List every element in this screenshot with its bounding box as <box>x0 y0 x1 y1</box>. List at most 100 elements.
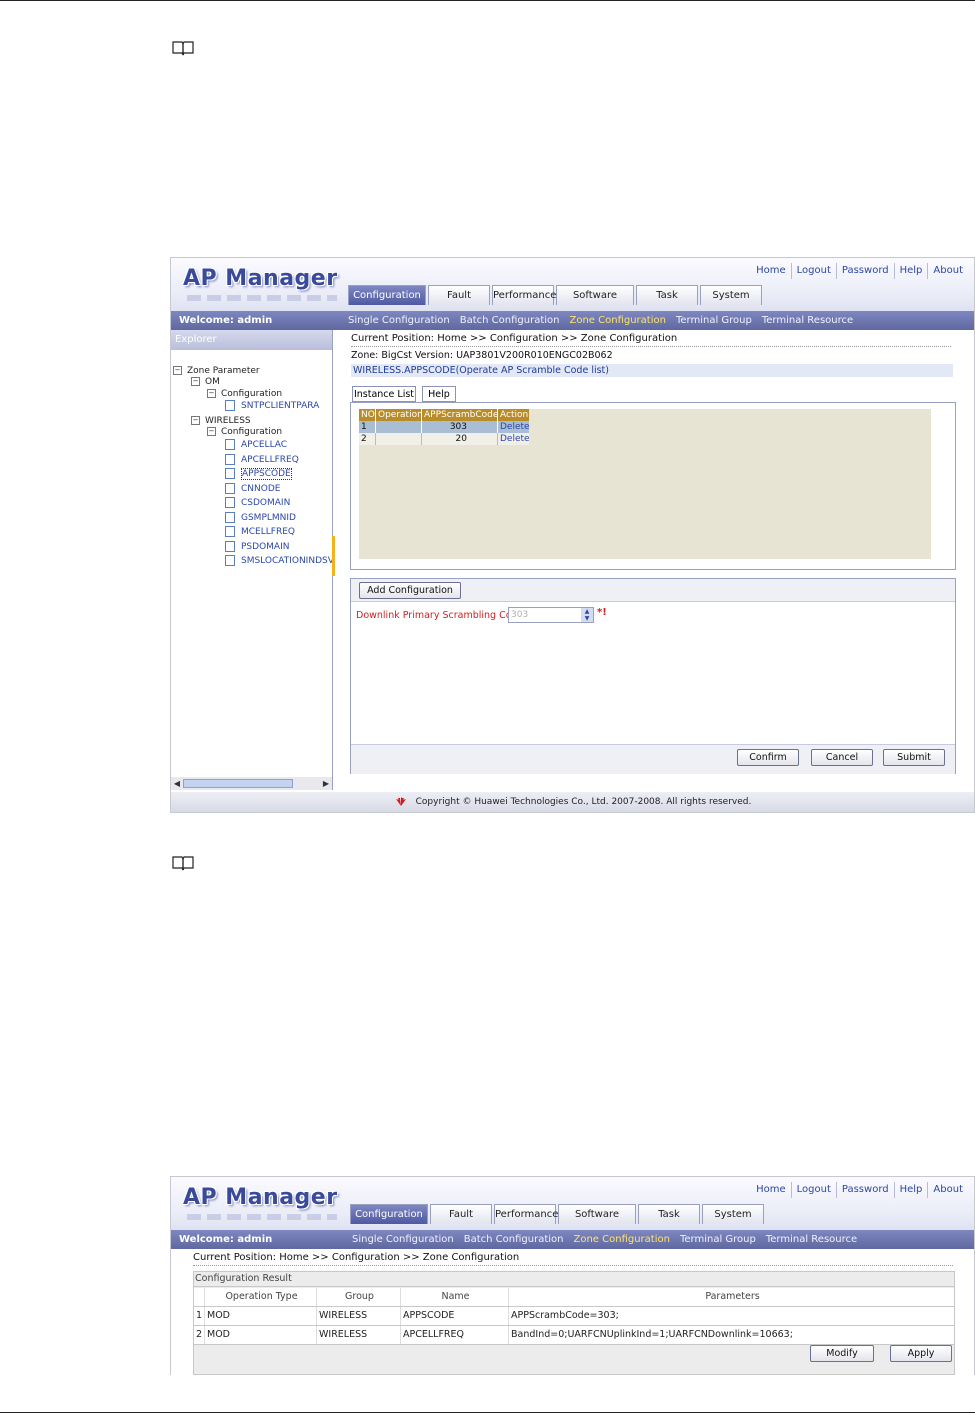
tree-node-wireless[interactable]: − WIRELESS <box>191 416 251 427</box>
tab-instance-list[interactable]: Instance List <box>352 386 416 402</box>
table-row[interactable]: 2 20 Delete <box>359 433 529 445</box>
password-link[interactable]: Password <box>835 263 894 279</box>
tree-node-zone-parameter[interactable]: − Zone Parameter <box>173 366 260 377</box>
tab-system[interactable]: System <box>700 285 762 305</box>
add-configuration-button[interactable]: Add Configuration <box>359 582 461 599</box>
spinner-arrows-icon[interactable]: ▲ ▼ <box>581 608 593 622</box>
tab-configuration[interactable]: Configuration <box>348 285 426 305</box>
collapse-icon[interactable]: − <box>191 416 200 425</box>
note-book-icon <box>172 41 194 56</box>
scroll-right-arrow-icon[interactable]: ▶ <box>320 777 332 790</box>
tree-item-psdomain[interactable]: PSDOMAIN <box>225 541 289 553</box>
tab-task[interactable]: Task <box>636 285 698 305</box>
tab-task[interactable]: Task <box>638 1204 700 1224</box>
modify-button[interactable]: Modify <box>810 1345 874 1362</box>
col-header-no[interactable]: NO. <box>359 409 376 421</box>
tree-item-apcellfreq[interactable]: APCELLFREQ <box>225 454 299 466</box>
col-header-action[interactable]: Action <box>498 409 529 421</box>
subnav-zone-configuration[interactable]: Zone Configuration <box>574 1230 670 1249</box>
subnav-batch-configuration[interactable]: Batch Configuration <box>460 311 560 330</box>
tab-software[interactable]: Software <box>558 1204 636 1224</box>
tab-fault[interactable]: Fault <box>428 285 490 305</box>
subnav-terminal-group[interactable]: Terminal Group <box>680 1230 756 1249</box>
home-link[interactable]: Home <box>751 1182 791 1198</box>
main-tabs: Configuration Fault Performance Software… <box>348 285 764 305</box>
app-logo: AP Manager <box>183 266 338 291</box>
subnav-terminal-resource[interactable]: Terminal Resource <box>766 1230 857 1249</box>
downlink-scrambling-code-label: Downlink Primary Scrambling Code <box>356 610 524 621</box>
tab-software[interactable]: Software <box>556 285 634 305</box>
document-icon <box>225 400 235 411</box>
collapse-icon[interactable]: − <box>173 366 182 375</box>
document-icon <box>225 526 235 537</box>
col-header-name[interactable]: Name <box>400 1288 508 1306</box>
help-link[interactable]: Help <box>893 263 928 279</box>
confirm-button[interactable]: Confirm <box>737 749 799 766</box>
delete-link[interactable]: Delete <box>498 421 529 433</box>
tab-system[interactable]: System <box>702 1204 764 1224</box>
subnav-terminal-group[interactable]: Terminal Group <box>676 311 752 330</box>
tab-performance[interactable]: Performance <box>494 1204 558 1224</box>
col-header-parameters[interactable]: Parameters <box>508 1288 954 1306</box>
logout-link[interactable]: Logout <box>790 263 836 279</box>
ap-manager-screenshot-config-result: AP Manager Home Logout Password Help Abo… <box>170 1176 975 1375</box>
subnav-single-configuration[interactable]: Single Configuration <box>348 311 450 330</box>
col-header-operation[interactable]: Operation <box>376 409 422 421</box>
explorer-horizontal-scrollbar[interactable]: ◀ ▶ <box>171 777 332 790</box>
col-header-group[interactable]: Group <box>316 1288 400 1306</box>
table-row[interactable]: 1 303 Delete <box>359 421 529 433</box>
copyright-text: Copyright © Huawei Technologies Co., Ltd… <box>415 797 752 807</box>
help-link[interactable]: Help <box>893 1182 928 1198</box>
scrambling-code-input[interactable]: 303 ▲ ▼ <box>508 607 594 623</box>
col-header-operation-type[interactable]: Operation Type <box>204 1288 316 1306</box>
subnav-terminal-resource[interactable]: Terminal Resource <box>762 311 853 330</box>
subnav: Single Configuration Batch Configuration… <box>352 1230 867 1249</box>
note-book-icon <box>172 856 194 871</box>
tree-item-smslocationindsv[interactable]: SMSLOCATIONINDSV <box>225 555 334 567</box>
tree-node-om[interactable]: − OM <box>191 377 220 388</box>
cancel-button[interactable]: Cancel <box>811 749 873 766</box>
table-row[interactable]: 2 MOD WIRELESS APCELLFREQ BandInd=0;UARF… <box>194 1326 954 1345</box>
tree-item-mcellfreq[interactable]: MCELLFREQ <box>225 526 295 538</box>
tree-item-sntpclientpara[interactable]: SNTPCLIENTPARA <box>225 400 319 412</box>
tree-item-cnnode[interactable]: CNNODE <box>225 483 280 495</box>
tab-configuration[interactable]: Configuration <box>350 1204 428 1224</box>
about-link[interactable]: About <box>927 263 968 279</box>
tree-item-apcellac[interactable]: APCELLAC <box>225 439 287 451</box>
object-title: WIRELESS.APPSCODE(Operate AP Scramble Co… <box>351 364 953 377</box>
instance-grid-area: NO. Operation APPScrambCode Action 1 303… <box>359 409 931 559</box>
tree-item-csdomain[interactable]: CSDOMAIN <box>225 497 290 509</box>
submit-button[interactable]: Submit <box>883 749 945 766</box>
scroll-left-arrow-icon[interactable]: ◀ <box>171 777 183 790</box>
page-top-rule <box>0 0 975 1</box>
tab-help[interactable]: Help <box>422 386 456 402</box>
delete-link[interactable]: Delete <box>498 433 529 445</box>
tree-node-om-configuration[interactable]: − Configuration <box>207 389 282 400</box>
subnav-zone-configuration[interactable]: Zone Configuration <box>570 311 666 330</box>
cell-operation <box>376 421 422 433</box>
apply-button[interactable]: Apply <box>890 1345 952 1362</box>
tab-fault[interactable]: Fault <box>430 1204 492 1224</box>
home-link[interactable]: Home <box>751 263 791 279</box>
collapse-icon[interactable]: − <box>207 389 216 398</box>
tree-item-appscode[interactable]: APPSCODE <box>225 468 292 480</box>
instance-grid: NO. Operation APPScrambCode Action 1 303… <box>359 409 529 449</box>
cell-group: WIRELESS <box>316 1326 400 1344</box>
table-row[interactable]: 1 MOD WIRELESS APPSCODE APPScrambCode=30… <box>194 1307 954 1326</box>
subnav-single-configuration[interactable]: Single Configuration <box>352 1230 454 1249</box>
tab-performance[interactable]: Performance <box>492 285 556 305</box>
panel-splitter-handle[interactable] <box>332 536 335 576</box>
cell-appscrambcode: 303 <box>422 421 498 433</box>
scrollbar-thumb[interactable] <box>183 779 293 788</box>
about-link[interactable]: About <box>927 1182 968 1198</box>
col-header-appscrambcode[interactable]: APPScrambCode <box>422 409 498 421</box>
logout-link[interactable]: Logout <box>790 1182 836 1198</box>
subnav-batch-configuration[interactable]: Batch Configuration <box>464 1230 564 1249</box>
tree-node-wireless-configuration[interactable]: − Configuration <box>207 427 282 438</box>
cell-index: 1 <box>196 1310 203 1321</box>
password-link[interactable]: Password <box>835 1182 894 1198</box>
collapse-icon[interactable]: − <box>207 427 216 436</box>
configuration-result-panel: Configuration Result Operation Type Grou… <box>193 1271 955 1375</box>
collapse-icon[interactable]: − <box>191 377 200 386</box>
tree-item-gsmplmnid[interactable]: GSMPLMNID <box>225 512 296 524</box>
